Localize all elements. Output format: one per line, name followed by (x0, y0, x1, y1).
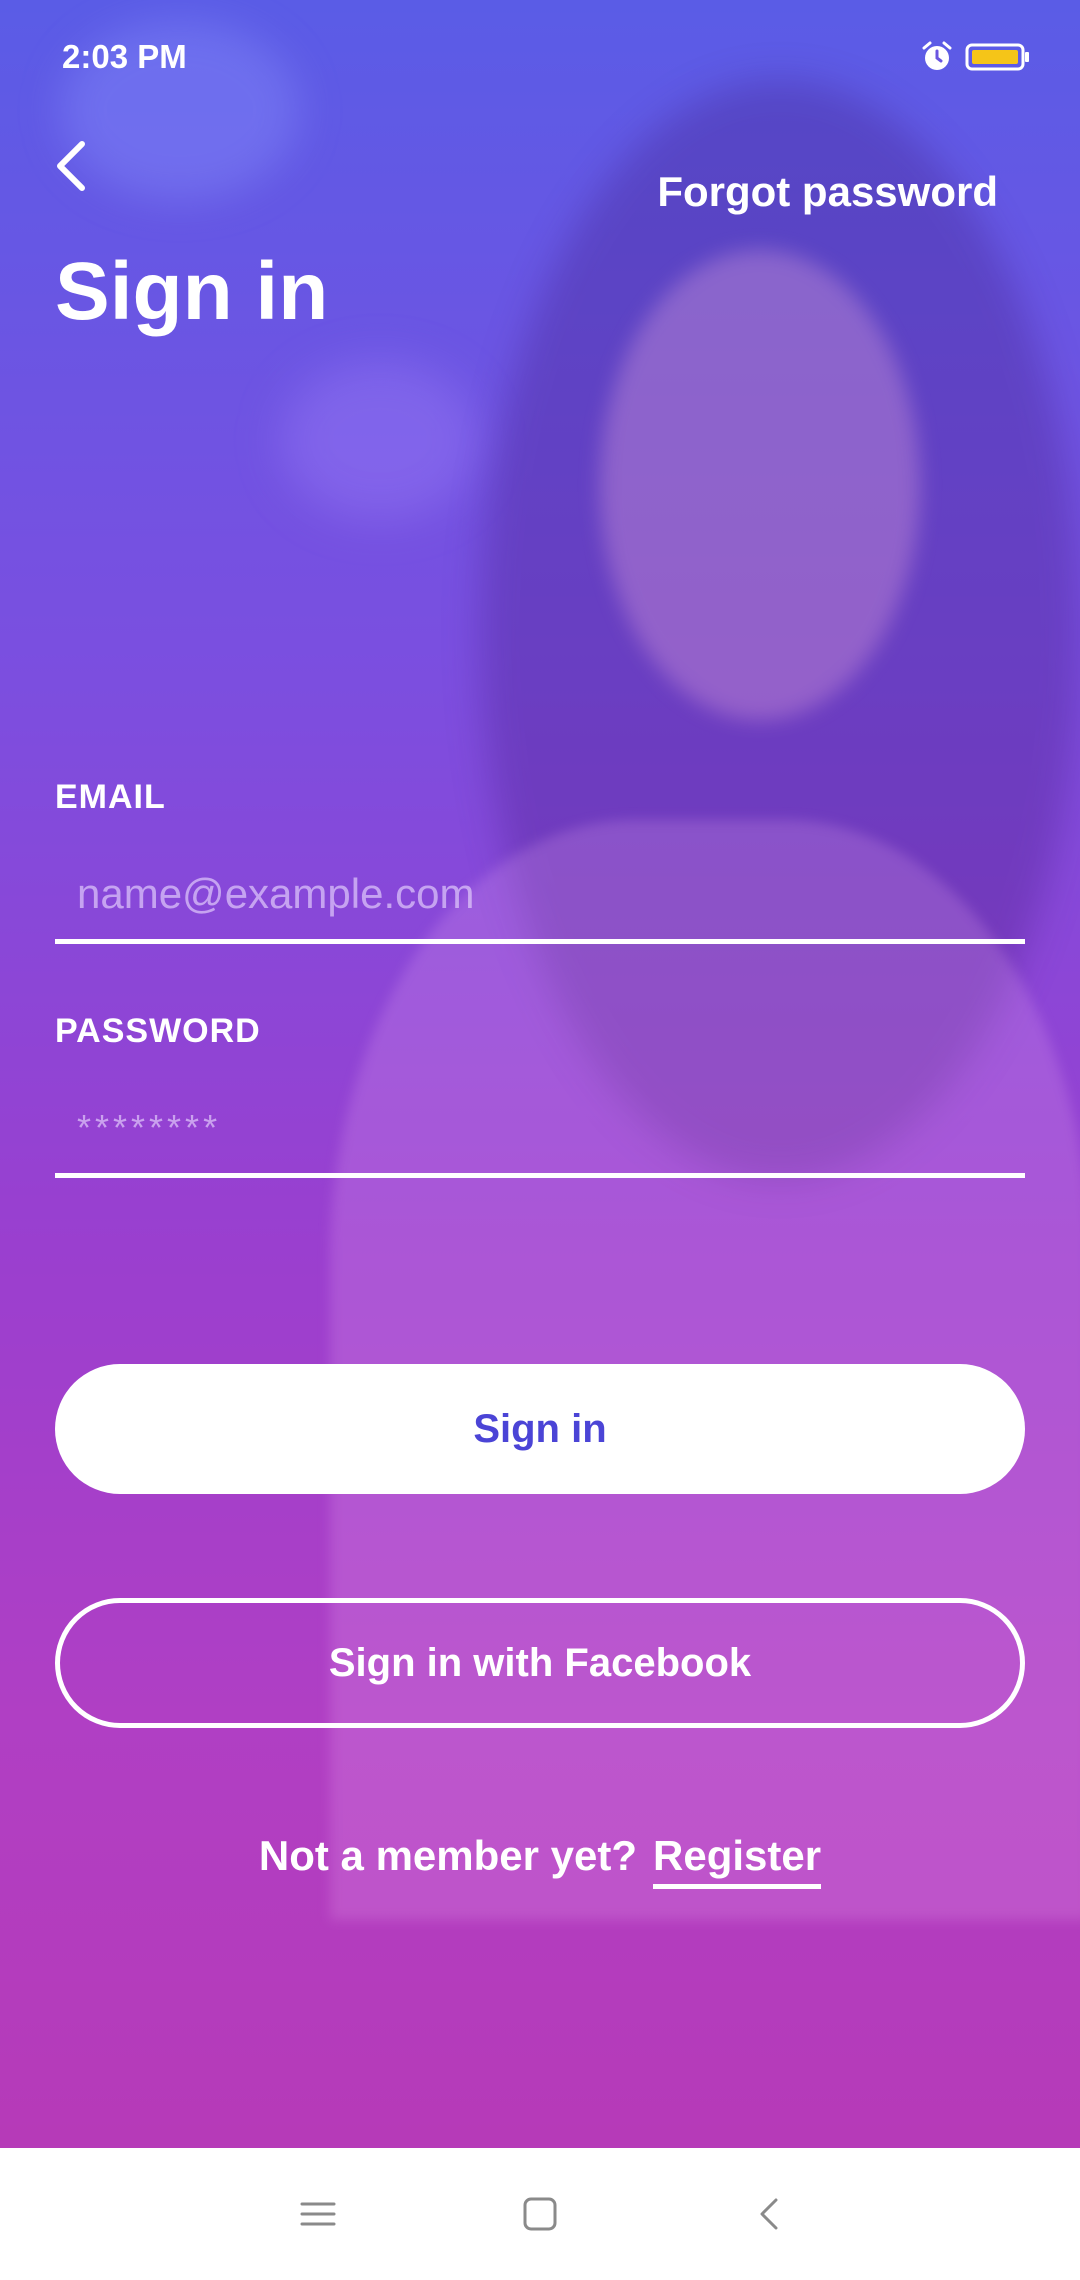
email-label: EMAIL (55, 778, 166, 816)
sign-in-button-label: Sign in (473, 1406, 607, 1451)
register-link[interactable]: Register (653, 1832, 822, 1889)
background-photo-shape (600, 250, 920, 720)
home-icon (523, 2197, 557, 2231)
register-prompt: Not a member yet? (258, 1832, 638, 1879)
page-title: Sign in (55, 246, 329, 337)
sign-in-button[interactable]: Sign in (55, 1364, 1025, 1494)
nav-menu-button[interactable] (288, 2184, 348, 2244)
system-nav-bar (0, 2148, 1080, 2280)
chevron-left-icon (57, 141, 85, 191)
password-label: PASSWORD (55, 1012, 261, 1050)
battery-icon (965, 43, 1029, 71)
sign-in-facebook-button-label: Sign in with Facebook (328, 1640, 752, 1685)
sign-in-facebook-button[interactable]: Sign in with Facebook (55, 1598, 1025, 1728)
background-bokeh (280, 360, 480, 520)
alarm-icon (922, 41, 952, 70)
sign-in-screen: 2:03 PM Forgot password Sign in EMAIL PA… (0, 0, 1080, 2280)
nav-back-button[interactable] (740, 2184, 800, 2244)
hero-background: 2:03 PM Forgot password Sign in EMAIL PA… (0, 0, 1080, 2148)
nav-home-button[interactable] (510, 2184, 570, 2244)
password-field[interactable] (55, 1082, 1025, 1178)
back-icon (760, 2198, 778, 2230)
register-row: Not a member yet? Register (0, 1832, 1080, 1889)
menu-icon (300, 2202, 336, 2226)
forgot-password-link[interactable]: Forgot password (657, 168, 998, 216)
back-button[interactable] (46, 130, 106, 200)
email-field[interactable] (55, 848, 1025, 944)
status-time: 2:03 PM (62, 38, 187, 75)
status-bar: 2:03 PM (0, 0, 1080, 116)
